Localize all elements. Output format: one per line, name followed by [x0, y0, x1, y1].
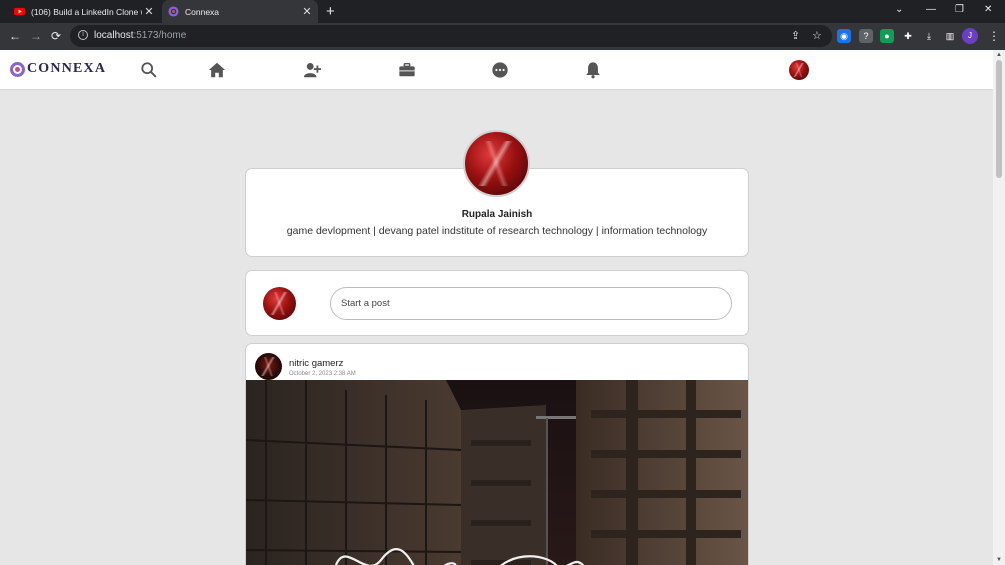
address-bar[interactable]: i localhost:5173/home ⇪ ☆ — [70, 25, 832, 47]
reload-icon[interactable]: ⟳ — [51, 29, 61, 43]
message-icon[interactable] — [491, 61, 509, 79]
post-author-name[interactable]: nitric gamerz — [289, 358, 343, 369]
user-avatar-menu[interactable] — [789, 60, 809, 80]
back-icon[interactable]: ← — [9, 29, 21, 43]
connexa-logo[interactable]: CONNEXA — [10, 61, 106, 77]
profile-avatar[interactable]: J — [962, 28, 978, 44]
briefcase-icon[interactable] — [398, 61, 416, 79]
browser-toolbar: ← → ⟳ i localhost:5173/home ⇪ ☆ ◉ ? ● ✚ … — [0, 23, 1005, 50]
new-tab-button[interactable]: + — [326, 3, 335, 20]
browser-tabbar: (106) Build a LinkedIn Clone wit ✕ Conne… — [0, 0, 1005, 23]
close-window-icon[interactable]: ✕ — [984, 4, 992, 15]
youtube-icon — [14, 7, 25, 16]
home-icon[interactable] — [208, 61, 226, 79]
connexa-favicon-icon — [168, 6, 179, 17]
bookmark-star-icon[interactable]: ☆ — [812, 29, 822, 42]
start-post-input[interactable]: Start a post — [330, 287, 732, 320]
extension-icon[interactable]: ● — [880, 29, 894, 43]
profile-headline: game devlopment | devang patel indstitut… — [286, 225, 708, 237]
site-info-icon[interactable]: i — [78, 30, 88, 40]
post-timestamp: October 2, 2023 2:38 AM — [289, 371, 356, 377]
add-user-icon[interactable] — [303, 61, 321, 79]
url-text: localhost:5173/home — [94, 30, 187, 41]
share-icon[interactable]: ⇪ — [791, 29, 800, 42]
logo-text: CONNEXA — [27, 61, 107, 76]
logo-icon — [10, 61, 25, 77]
menu-icon[interactable]: ⋮ — [988, 29, 1000, 43]
post-author-avatar[interactable] — [255, 353, 282, 380]
feed-post: nitric gamerz October 2, 2023 2:38 AM — [245, 343, 749, 565]
scrollbar-thumb[interactable] — [996, 60, 1002, 178]
tab-search-icon[interactable]: ⌄ — [895, 4, 903, 15]
post-image[interactable] — [246, 380, 749, 565]
search-icon[interactable] — [140, 61, 158, 79]
close-tab-icon[interactable]: ✕ — [142, 5, 156, 18]
post-composer-card: Start a post — [245, 270, 749, 336]
scroll-down-icon[interactable]: ▼ — [996, 557, 1002, 563]
extension-help-icon[interactable]: ? — [859, 29, 873, 43]
app-navbar: CONNEXA — [0, 50, 993, 90]
bell-icon[interactable] — [584, 61, 602, 79]
page-scrollbar[interactable]: ▲ ▼ — [993, 50, 1005, 565]
extension-icon[interactable]: ◉ — [837, 29, 851, 43]
restore-icon[interactable]: ❐ — [955, 4, 964, 15]
composer-avatar — [263, 287, 296, 320]
side-panel-icon[interactable]: ▥ — [943, 29, 957, 43]
tab-youtube[interactable]: (106) Build a LinkedIn Clone wit ✕ — [8, 0, 160, 23]
close-tab-icon[interactable]: ✕ — [300, 5, 314, 18]
page-viewport: CONNEXA Rupala Jainish game devlopment |… — [0, 50, 993, 565]
tab-title: Connexa — [185, 6, 220, 17]
tab-connexa[interactable]: Connexa ✕ — [162, 0, 318, 23]
minimize-icon[interactable]: — — [926, 4, 936, 15]
profile-name[interactable]: Rupala Jainish — [246, 209, 748, 220]
puzzle-icon[interactable]: ✚ — [901, 29, 915, 43]
profile-avatar-large[interactable] — [463, 130, 530, 197]
tab-title: (106) Build a LinkedIn Clone wit — [31, 6, 142, 17]
scroll-up-icon[interactable]: ▲ — [996, 52, 1002, 58]
download-icon[interactable]: ⤓ — [922, 29, 936, 43]
forward-icon[interactable]: → — [30, 29, 42, 43]
